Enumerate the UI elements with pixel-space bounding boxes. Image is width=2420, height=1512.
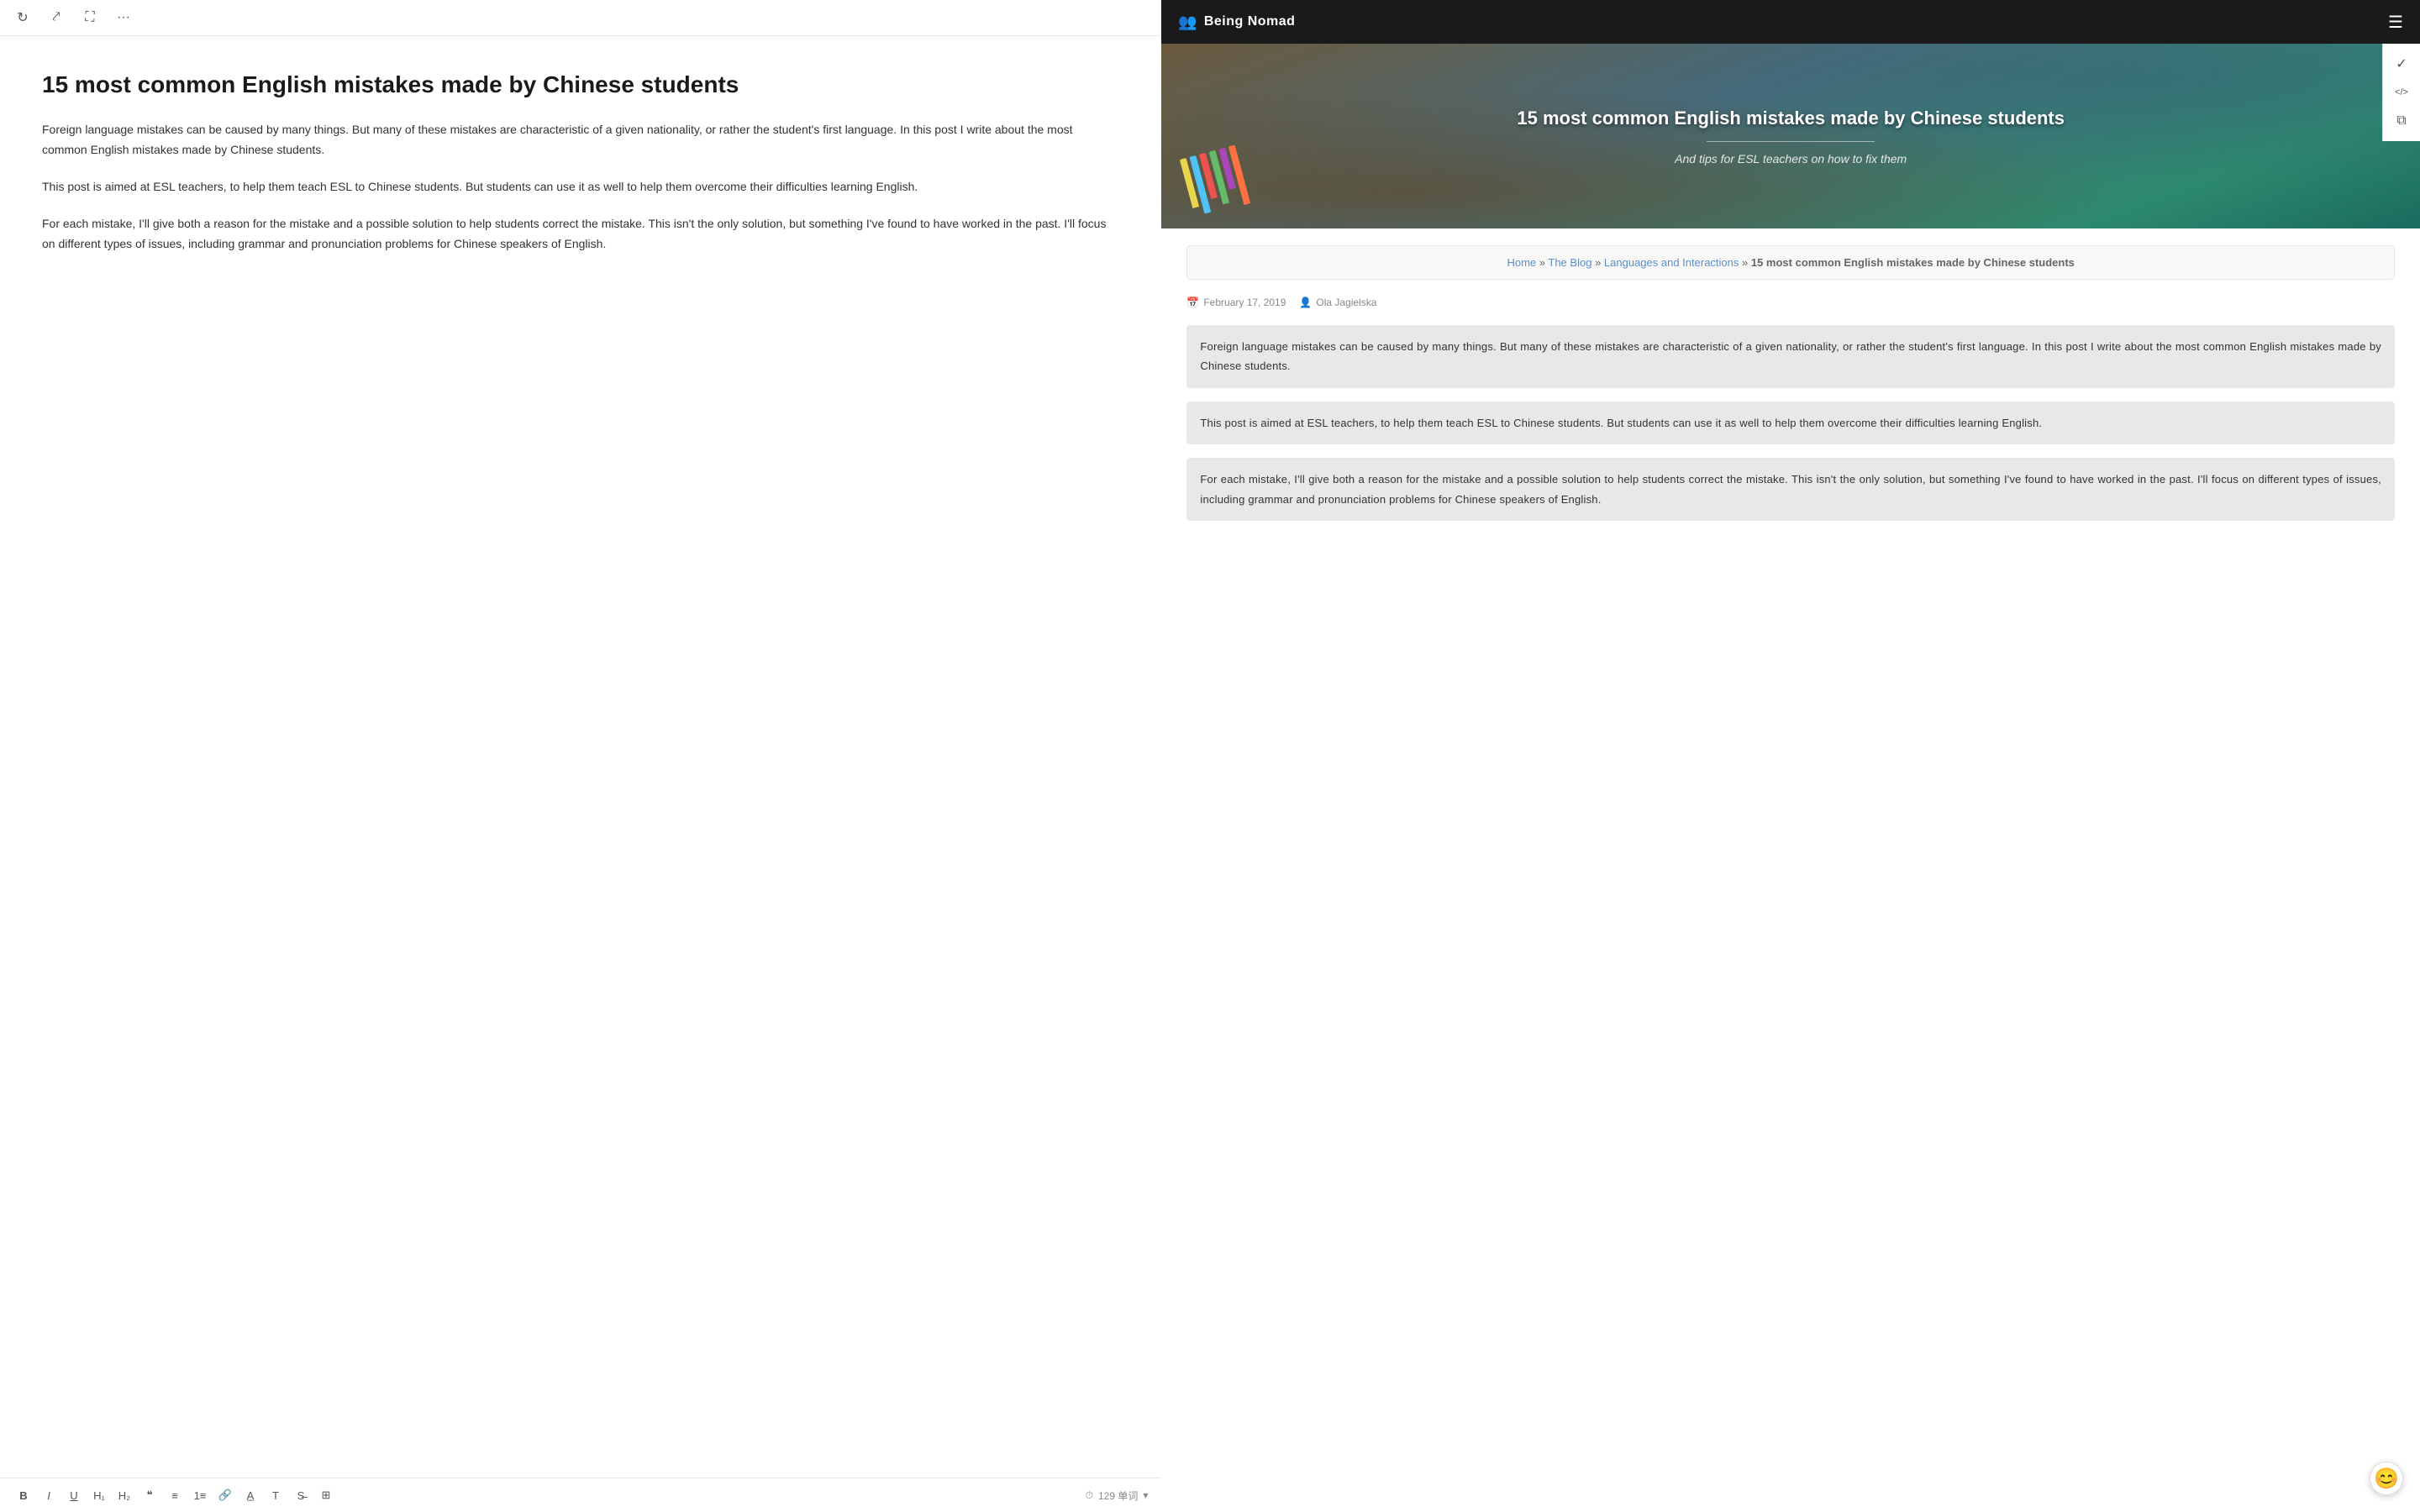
author-icon: 👤 bbox=[1299, 297, 1312, 308]
italic-button[interactable]: I bbox=[39, 1485, 59, 1505]
article-author-text: Ola Jagielska bbox=[1316, 297, 1376, 308]
quote-button[interactable]: ❝ bbox=[139, 1485, 160, 1505]
article-paragraph-3: For each mistake, I'll give both a reaso… bbox=[1186, 458, 2395, 521]
refresh-icon[interactable]: ↻ bbox=[13, 8, 32, 27]
chevron-icon[interactable]: ▾ bbox=[1143, 1489, 1148, 1501]
hamburger-menu-icon[interactable]: ☰ bbox=[2388, 12, 2403, 33]
browser-preview-panel: 👥 Being Nomad ☰ 15 most common English m… bbox=[1161, 0, 2420, 1512]
word-count-label: 129 单词 bbox=[1098, 1488, 1138, 1503]
table-button[interactable]: ⊞ bbox=[316, 1485, 336, 1505]
hero-text: 15 most common English mistakes made by … bbox=[1500, 90, 2081, 182]
h2-button[interactable]: H₂ bbox=[114, 1485, 134, 1505]
editor-body[interactable]: Foreign language mistakes can be caused … bbox=[42, 120, 1119, 254]
article-paragraph-1: Foreign language mistakes can be caused … bbox=[1186, 325, 2395, 388]
editor-paragraph-2[interactable]: This post is aimed at ESL teachers, to h… bbox=[42, 177, 1119, 197]
editor-paragraph-3[interactable]: For each mistake, I'll give both a reaso… bbox=[42, 214, 1119, 255]
breadcrumb-home-link[interactable]: Home bbox=[1507, 256, 1536, 269]
editor-paragraph-1[interactable]: Foreign language mistakes can be caused … bbox=[42, 120, 1119, 160]
strike-button[interactable]: S̶ bbox=[291, 1485, 311, 1505]
editor-content: 15 most common English mistakes made by … bbox=[0, 36, 1161, 1478]
code-icon[interactable]: </> bbox=[2388, 79, 2415, 106]
link-button[interactable]: 🔗 bbox=[215, 1485, 235, 1505]
word-count-area: ⏱ 129 单词 ▾ bbox=[1086, 1488, 1149, 1503]
breadcrumb-category-link[interactable]: Languages and Interactions bbox=[1604, 256, 1739, 269]
tray-icon[interactable]: ⧉ bbox=[2388, 108, 2415, 134]
article-area: Home » The Blog » Languages and Interact… bbox=[1161, 228, 2420, 1512]
breadcrumb-sep-3: » bbox=[1742, 256, 1751, 269]
logo-icon: 👥 bbox=[1178, 13, 1197, 31]
h1-button[interactable]: H₁ bbox=[89, 1485, 109, 1505]
logo-text: Being Nomad bbox=[1204, 14, 1296, 29]
top-toolbar: ↻ ⤤ ⛶ ··· bbox=[0, 0, 1161, 36]
more-icon[interactable]: ··· bbox=[114, 8, 133, 27]
article-author: 👤 Ola Jagielska bbox=[1299, 297, 1376, 308]
editor-panel: ↻ ⤤ ⛶ ··· 15 most common English mistake… bbox=[0, 0, 1161, 1512]
breadcrumb: Home » The Blog » Languages and Interact… bbox=[1186, 245, 2395, 280]
check-icon[interactable]: ✓ bbox=[2388, 50, 2415, 77]
article-date: 📅 February 17, 2019 bbox=[1186, 297, 1286, 308]
breadcrumb-sep-1: » bbox=[1539, 256, 1545, 269]
breadcrumb-blog-link[interactable]: The Blog bbox=[1548, 256, 1591, 269]
side-icons-panel: ✓ </> ⧉ bbox=[2382, 44, 2420, 141]
font-button[interactable]: T bbox=[266, 1485, 286, 1505]
hero-section: 15 most common English mistakes made by … bbox=[1161, 44, 2420, 228]
hero-title: 15 most common English mistakes made by … bbox=[1517, 107, 2065, 131]
expand-icon[interactable]: ⛶ bbox=[81, 8, 99, 27]
bold-button[interactable]: B bbox=[13, 1485, 34, 1505]
emoji-feedback-button[interactable]: 😊 bbox=[2370, 1462, 2403, 1495]
underline2-button[interactable]: A̲ bbox=[240, 1485, 260, 1505]
ordered-list-button[interactable]: 1≡ bbox=[190, 1485, 210, 1505]
site-header: 👥 Being Nomad ☰ bbox=[1161, 0, 2420, 44]
article-meta: 📅 February 17, 2019 👤 Ola Jagielska bbox=[1186, 297, 2395, 308]
article-paragraph-2: This post is aimed at ESL teachers, to h… bbox=[1186, 402, 2395, 444]
breadcrumb-sep-2: » bbox=[1595, 256, 1601, 269]
calendar-icon: 📅 bbox=[1186, 297, 1199, 308]
article-date-text: February 17, 2019 bbox=[1203, 297, 1286, 308]
site-logo: 👥 Being Nomad bbox=[1178, 13, 1295, 31]
underline-button[interactable]: U bbox=[64, 1485, 84, 1505]
breadcrumb-current: 15 most common English mistakes made by … bbox=[1751, 256, 2075, 269]
bottom-toolbar: B I U H₁ H₂ ❝ ≡ 1≡ 🔗 A̲ T S̶ ⊞ ⏱ 129 单词 … bbox=[0, 1478, 1161, 1512]
unordered-list-button[interactable]: ≡ bbox=[165, 1485, 185, 1505]
clock-icon: ⏱ bbox=[1086, 1489, 1093, 1502]
hero-divider bbox=[1707, 141, 1875, 142]
editor-title[interactable]: 15 most common English mistakes made by … bbox=[42, 70, 1119, 100]
share-icon[interactable]: ⤤ bbox=[47, 8, 66, 27]
hero-subtitle: And tips for ESL teachers on how to fix … bbox=[1517, 152, 2065, 165]
